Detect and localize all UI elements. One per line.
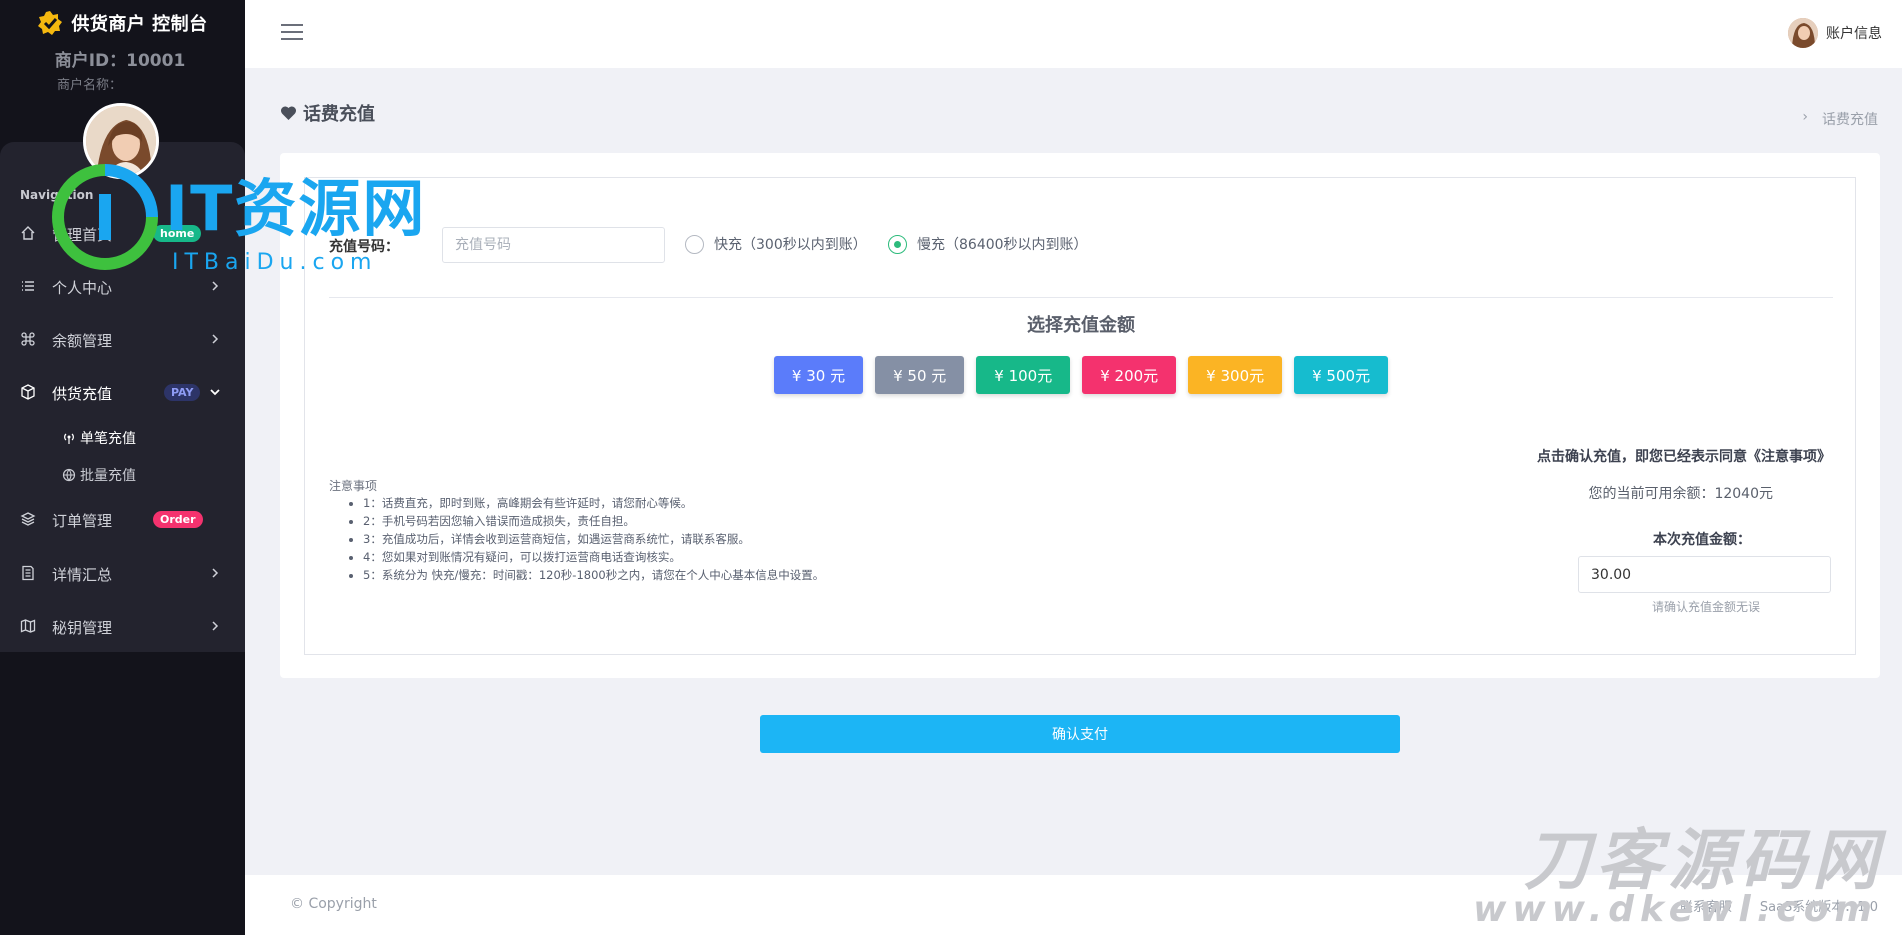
- watermark-dk-url: www.dkewl.com: [1473, 889, 1878, 930]
- sidebar-item-secret-key[interactable]: 秘钥管理: [0, 606, 245, 646]
- chevron-right-icon: [212, 568, 219, 578]
- page-title: 话费充值: [280, 100, 375, 126]
- chevron-down-icon: [210, 389, 220, 396]
- radio-button-selected[interactable]: [888, 234, 907, 254]
- sidebar: 供货商户 控制台 商户ID：10001 商户名称： Navigation 管理首…: [0, 0, 245, 935]
- this-amount-input[interactable]: [1578, 556, 1831, 593]
- order-badge: Order: [153, 511, 203, 528]
- amount-50-button[interactable]: ¥ 50 元: [875, 356, 965, 394]
- sidebar-item-label: 供货充值: [52, 385, 113, 403]
- home-icon: [21, 226, 35, 240]
- chevron-right-icon: [212, 281, 219, 291]
- this-amount-label: 本次充值金额：: [1653, 532, 1751, 548]
- sidebar-item-orders[interactable]: 订单管理 Order: [0, 499, 245, 539]
- account-label: 账户信息: [1826, 26, 1882, 42]
- sidebar-subitem-single-recharge[interactable]: 单笔充值: [62, 428, 136, 448]
- sidebar-item-label: 订单管理: [52, 512, 113, 530]
- amount-500-button[interactable]: ¥ 500元: [1294, 356, 1389, 394]
- sidebar-item-supply-recharge[interactable]: 供货充值 PAY: [0, 372, 245, 412]
- account-avatar: [1788, 18, 1818, 48]
- amount-30-button[interactable]: ¥ 30 元: [773, 356, 864, 394]
- broadcast-icon: [64, 433, 74, 444]
- sidebar-item-balance[interactable]: 余额管理: [0, 319, 245, 359]
- radio-fast-charge[interactable]: 快充（300秒以内到账）: [685, 234, 867, 254]
- sidebar-subitem-batch-recharge[interactable]: 批量充值: [62, 465, 136, 485]
- amount-100-button[interactable]: ¥ 100元: [976, 356, 1071, 394]
- brand[interactable]: 供货商户 控制台: [0, 8, 245, 38]
- notes-item: 1：话费直充，即时到账，高峰期会有些许延时，请您耐心等候。: [363, 494, 824, 512]
- notes-item: 3：充值成功后，详情会收到运营商短信，如遇运营商系统忙，请联系客服。: [363, 530, 824, 548]
- sidebar-item-label: 详情汇总: [52, 566, 113, 584]
- divider: [329, 297, 1833, 298]
- globe-icon: [62, 468, 76, 482]
- amount-hint: 请确认充值金额无误: [1651, 600, 1760, 614]
- account-menu[interactable]: 账户信息: [1788, 18, 1882, 48]
- merchant-name: 商户名称：: [57, 78, 123, 93]
- watermark-dk-brand: 刀客源码网: [1524, 822, 1884, 899]
- notes-item: 5：系统分为 快充/慢充：时间戳：120秒-1800秒之内，请您在个人中心基本信…: [363, 566, 824, 584]
- merchant-id: 商户ID：10001: [54, 51, 186, 71]
- amount-section-title: 选择充值金额: [1027, 315, 1135, 336]
- breadcrumb-item[interactable]: 话费充值: [1822, 109, 1878, 129]
- radio-slow-charge[interactable]: 慢充（86400秒以内到账）: [888, 234, 1088, 254]
- radio-button[interactable]: [685, 234, 704, 254]
- notes-item: 4：您如果对到账情况有疑问，可以拨打运营商电话查询核实。: [363, 548, 824, 566]
- watermark-it-brand: IT资源网: [165, 172, 427, 245]
- sidebar-subitem-label: 批量充值: [80, 468, 136, 484]
- brand-title: 供货商户 控制台: [71, 14, 208, 35]
- notes-item: 2：手机号码若因您输入错误而造成损失，责任自担。: [363, 512, 824, 530]
- chevron-right-icon: [212, 621, 219, 631]
- recharge-card: 充值号码： 快充（300秒以内到账） 慢充（86400秒以内到账） 选择充值金额…: [280, 153, 1880, 678]
- command-icon: [21, 332, 35, 346]
- radio-slow-label: 慢充（86400秒以内到账）: [917, 237, 1088, 253]
- breadcrumb-separator-icon: ›: [1802, 109, 1808, 125]
- map-icon: [20, 619, 36, 633]
- box-icon: [21, 384, 35, 400]
- chevron-right-icon: [212, 334, 219, 344]
- topbar: 账户信息: [245, 0, 1902, 68]
- phone-input[interactable]: [442, 227, 665, 263]
- radio-fast-label: 快充（300秒以内到账）: [714, 237, 867, 253]
- notes-list: 1：话费直充，即时到账，高峰期会有些许延时，请您耐心等候。 2：手机号码若因您输…: [345, 494, 824, 584]
- agreement-text: 点击确认充值，即您已经表示同意《注意事项》: [1537, 449, 1831, 465]
- sidebar-item-label: 秘钥管理: [52, 619, 113, 637]
- watermark-it-url: ITBaiDu.com: [172, 250, 378, 275]
- menu-toggle-icon[interactable]: [281, 24, 303, 42]
- pay-badge: PAY: [164, 384, 201, 401]
- list-icon: [22, 281, 34, 291]
- amount-200-button[interactable]: ¥ 200元: [1082, 356, 1177, 394]
- notes-title: 注意事项: [329, 479, 378, 493]
- sidebar-subitem-label: 单笔充值: [80, 431, 136, 447]
- recharge-form: 充值号码： 快充（300秒以内到账） 慢充（86400秒以内到账） 选择充值金额…: [304, 177, 1856, 655]
- page-title-text: 话费充值: [303, 104, 375, 125]
- heart-icon: [280, 106, 297, 120]
- watermark-logo-icon: [52, 164, 158, 270]
- document-icon: [22, 565, 34, 581]
- balance-text: 您的当前可用余额：12040元: [1588, 486, 1773, 502]
- brand-logo-icon: [38, 11, 63, 35]
- confirm-pay-button[interactable]: 确认支付: [760, 715, 1400, 753]
- layers-icon: [20, 512, 36, 526]
- breadcrumb: › 话费充值: [1802, 109, 1878, 129]
- sidebar-item-label: 个人中心: [52, 279, 113, 297]
- amount-300-button[interactable]: ¥ 300元: [1188, 356, 1283, 394]
- sidebar-item-label: 余额管理: [52, 332, 113, 350]
- sidebar-item-summary[interactable]: 详情汇总: [0, 553, 245, 593]
- amount-buttons: ¥ 30 元 ¥ 50 元 ¥ 100元 ¥ 200元 ¥ 300元 ¥ 500…: [305, 356, 1857, 394]
- copyright: © Copyright: [290, 896, 377, 912]
